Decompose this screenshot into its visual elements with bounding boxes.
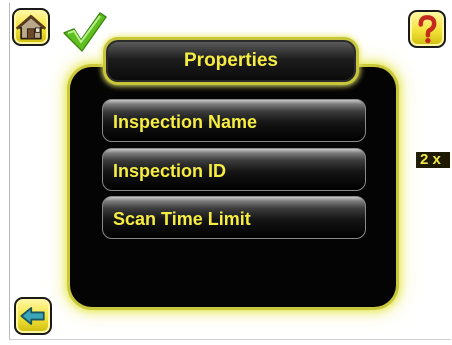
back-arrow-icon: [20, 307, 45, 325]
zoom-level-label: 2 x: [416, 152, 450, 168]
home-icon: [15, 14, 47, 40]
panel-title: Properties: [184, 50, 278, 71]
help-button[interactable]: [408, 10, 446, 48]
home-button[interactable]: [12, 8, 50, 46]
checkmark-icon: [63, 12, 107, 52]
menu-item-scan-time-limit[interactable]: Scan Time Limit: [102, 196, 366, 239]
menu-item-inspection-name[interactable]: Inspection Name: [102, 99, 366, 142]
menu-item-inspection-id[interactable]: Inspection ID: [102, 148, 366, 191]
menu-item-label: Scan Time Limit: [113, 209, 251, 229]
back-button[interactable]: [14, 297, 52, 335]
question-mark-icon: [418, 15, 437, 44]
menu-item-label: Inspection ID: [113, 161, 227, 181]
properties-title-tab: Properties: [106, 40, 356, 82]
menu-item-label: Inspection Name: [113, 112, 258, 132]
